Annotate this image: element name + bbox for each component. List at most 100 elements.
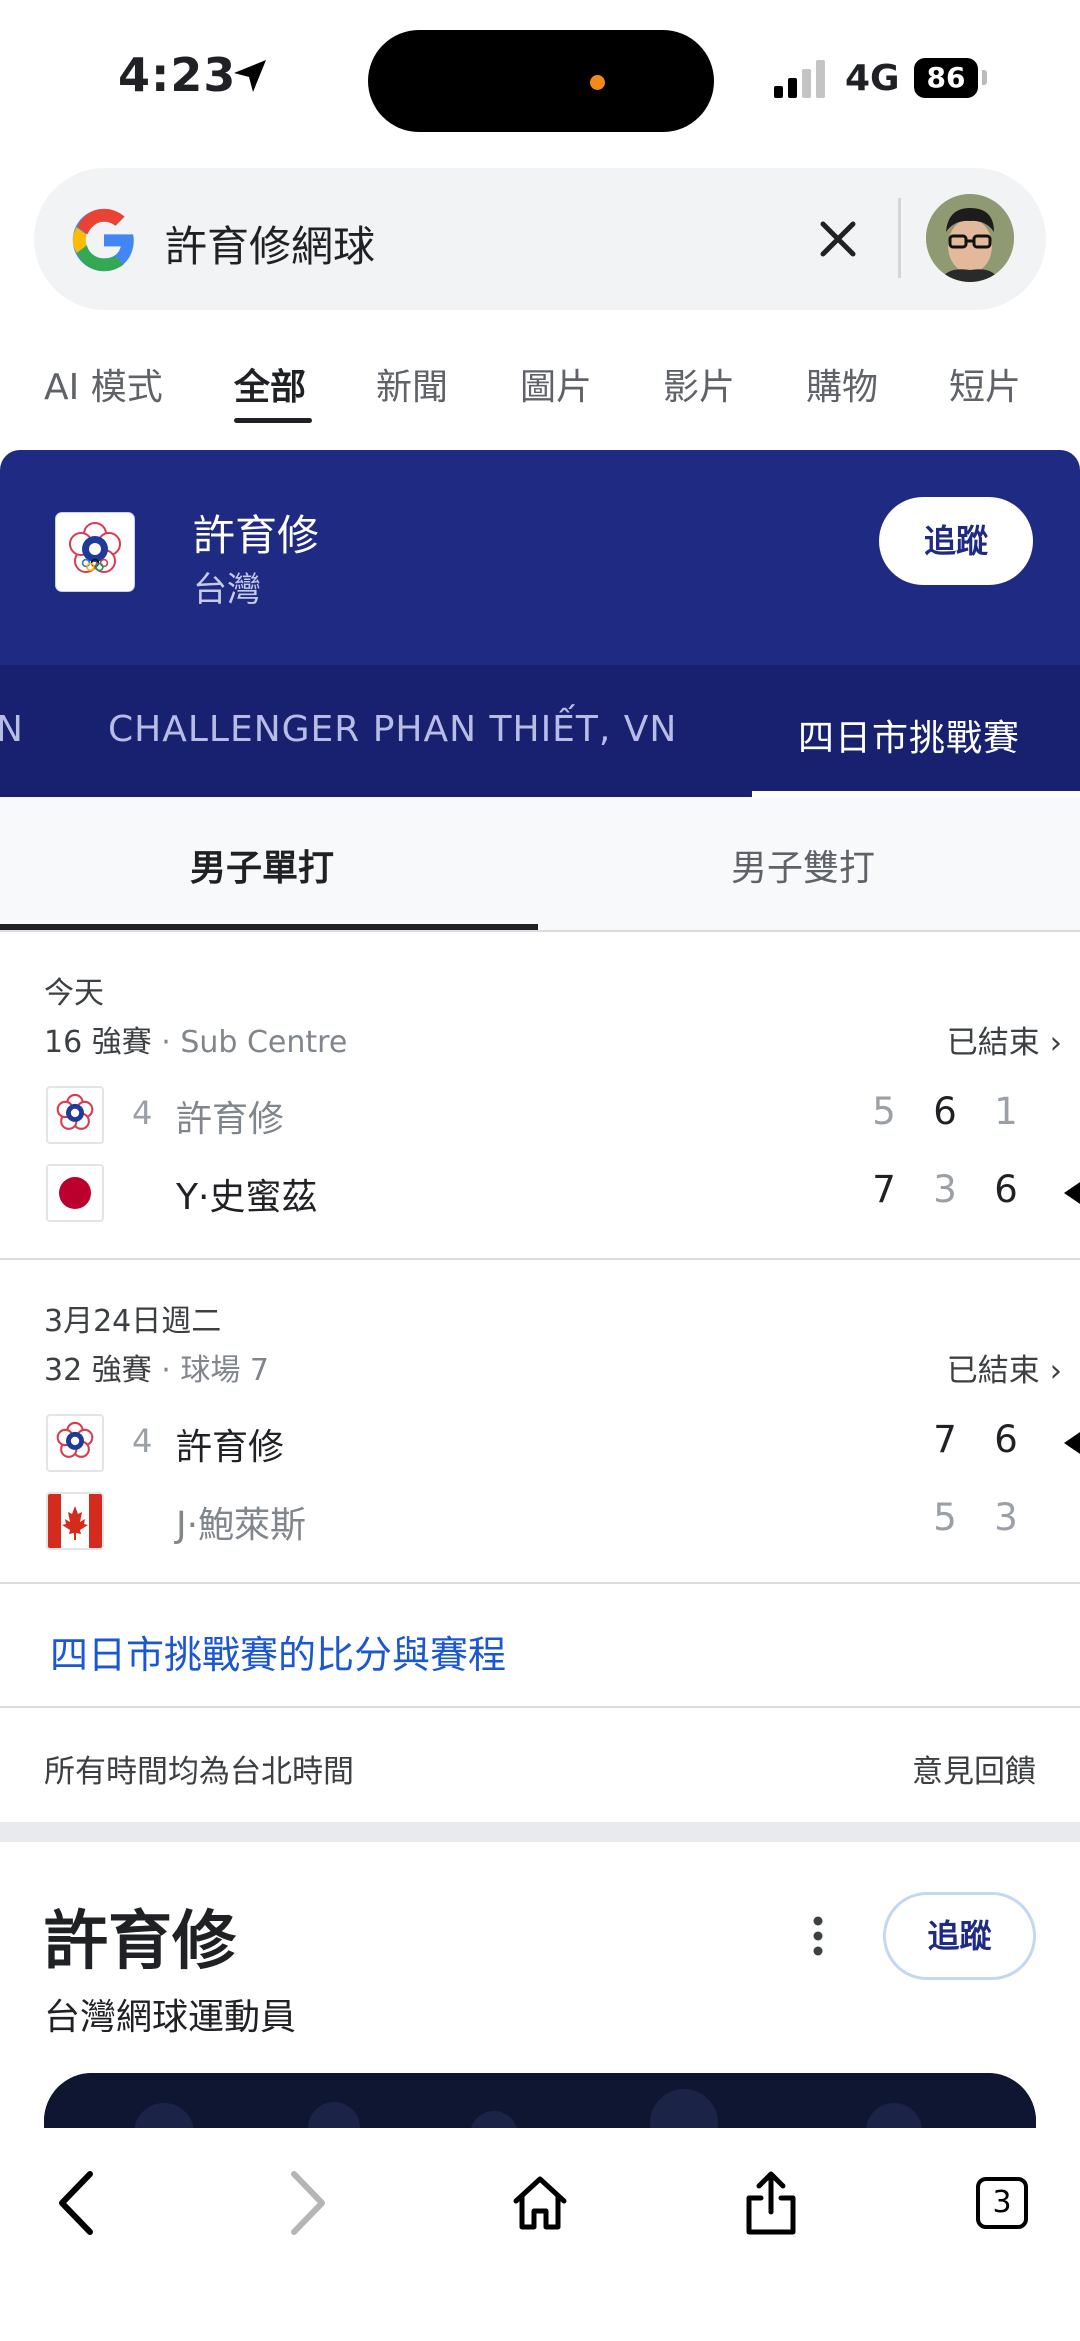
google-logo-icon: [72, 208, 134, 272]
tournament-tab-phan-thiet[interactable]: CHALLENGER PHAN THIẾT, VN: [108, 709, 677, 750]
home-icon: [513, 2176, 567, 2230]
tab-mens-doubles[interactable]: 男子雙打: [731, 839, 875, 891]
tab-shopping[interactable]: 購物: [806, 358, 878, 410]
tab-videos[interactable]: 影片: [663, 358, 735, 410]
share-icon: [746, 2171, 796, 2235]
knowledge-panel-subtitle: 台灣網球運動員: [44, 1997, 297, 2038]
set-score: 6: [994, 1168, 1018, 1211]
battery-cap: [982, 70, 987, 85]
player-name: 許育修: [193, 511, 320, 560]
match-card[interactable]: 3月24日週二 32 強賽 · 球場 7 已結束 › 4 許育修 7 6 J·鮑…: [0, 1260, 1080, 1584]
cellular-signal-icon: [774, 60, 825, 98]
player-seed: 4: [132, 1422, 153, 1460]
player-name: Y·史蜜茲: [176, 1177, 318, 1218]
team-row: J·鮑萊斯 5 3: [44, 1486, 1080, 1556]
canada-flag-icon: [46, 1492, 104, 1550]
knowledge-panel-follow-button[interactable]: 追蹤: [883, 1892, 1036, 1980]
scores-schedule-link[interactable]: 四日市挑戰賽的比分與賽程: [50, 1624, 506, 1679]
battery-icon: 86: [914, 58, 978, 98]
knowledge-panel-title: 許育修: [44, 1905, 236, 1979]
avatar-photo: [926, 194, 1014, 282]
section-divider: [0, 1822, 1080, 1842]
chinese-taipei-flag-icon: [46, 1086, 104, 1144]
forward-button[interactable]: [262, 2158, 352, 2248]
share-button[interactable]: [726, 2158, 816, 2248]
tournament-tab-yokkaichi[interactable]: 四日市挑戰賽: [798, 709, 1020, 761]
player-country: 台灣: [193, 570, 261, 610]
match-status[interactable]: 已結束 ›: [947, 1017, 1062, 1062]
more-options-icon[interactable]: [808, 1914, 828, 1958]
team-row: 4 許育修 5 6 1: [44, 1080, 1080, 1150]
tab-mens-singles[interactable]: 男子單打: [190, 839, 334, 891]
browser-toolbar: 3: [0, 2128, 1080, 2341]
tournament-tab-previous[interactable]: N: [0, 709, 24, 750]
set-score: 7: [872, 1168, 896, 1211]
account-avatar[interactable]: [926, 194, 1014, 282]
player-header-card: 許育修 台灣 追蹤: [0, 450, 1080, 665]
battery-level: 86: [926, 61, 966, 94]
court-label: · Sub Centre: [161, 1025, 348, 1060]
follow-button[interactable]: 追蹤: [879, 497, 1033, 585]
player-seed: 4: [132, 1094, 153, 1132]
clear-search-icon[interactable]: [815, 216, 861, 262]
set-score: 7: [933, 1418, 957, 1461]
set-score: 5: [933, 1496, 957, 1539]
status-label: 已結束: [946, 1025, 1040, 1061]
results-footer: 所有時間均為台北時間 意見回饋: [0, 1710, 1080, 1822]
status-label: 已結束: [946, 1353, 1040, 1389]
tab-ai-mode[interactable]: AI 模式: [44, 358, 163, 410]
match-round: 16 強賽 · Sub Centre: [44, 1017, 347, 1061]
home-button[interactable]: [495, 2158, 585, 2248]
active-tab-indicator: [234, 418, 312, 423]
tab-count: 3: [976, 2177, 1028, 2229]
match-date: 3月24日週二: [44, 1304, 222, 1339]
set-score: 1: [994, 1090, 1018, 1133]
player-name: 許育修: [176, 1099, 285, 1140]
set-score: 6: [933, 1090, 957, 1133]
tab-news[interactable]: 新聞: [376, 358, 448, 410]
active-event-indicator: [0, 924, 538, 930]
japan-flag-icon: [46, 1164, 104, 1222]
court-label: · 球場 7: [161, 1353, 269, 1388]
tab-images[interactable]: 圖片: [520, 358, 592, 410]
more-results-row: 四日市挑戰賽的比分與賽程: [0, 1584, 1080, 1708]
match-status[interactable]: 已結束 ›: [947, 1345, 1062, 1390]
match-round: 32 強賽 · 球場 7: [44, 1345, 269, 1389]
network-type: 4G: [845, 58, 900, 99]
back-button[interactable]: [32, 2158, 122, 2248]
set-score: 6: [994, 1418, 1018, 1461]
tab-shorts[interactable]: 短片: [949, 358, 1021, 410]
search-tabs: AI 模式 全部 新聞 圖片 影片 購物 短片: [0, 350, 1080, 440]
set-score: 5: [872, 1090, 896, 1133]
timezone-note: 所有時間均為台北時間: [44, 1754, 354, 1790]
team-row: 4 許育修 7 6: [44, 1408, 1080, 1478]
privacy-indicator-dot: [590, 75, 605, 90]
status-bar: 4:23 4G 86: [0, 0, 1080, 150]
tabs-button[interactable]: 3: [957, 2158, 1047, 2248]
feedback-link[interactable]: 意見回饋: [912, 1746, 1036, 1791]
tab-all[interactable]: 全部: [234, 358, 306, 410]
status-time: 4:23: [118, 48, 237, 102]
chevron-right-icon: ›: [1049, 1025, 1062, 1061]
tournament-tabs: N CHALLENGER PHAN THIẾT, VN 四日市挑戰賽: [0, 665, 1080, 797]
round-label: 16 強賽: [44, 1025, 152, 1060]
player-name: 許育修: [176, 1427, 285, 1468]
location-arrow-icon: [234, 60, 266, 92]
set-score: 3: [933, 1168, 957, 1211]
search-query-input[interactable]: 許育修網球: [165, 213, 375, 274]
chinese-taipei-flag-icon: [46, 1414, 104, 1472]
winner-indicator-icon: [1064, 1178, 1080, 1208]
match-date: 今天: [44, 976, 104, 1011]
player-name: J·鮑萊斯: [176, 1505, 307, 1546]
chevron-right-icon: ›: [1049, 1353, 1062, 1389]
search-divider: [898, 198, 901, 278]
winner-indicator-icon: [1064, 1428, 1080, 1458]
event-tabs: 男子單打 男子雙打: [0, 797, 1080, 932]
round-label: 32 強賽: [44, 1353, 152, 1388]
team-row: Y·史蜜茲 7 3 6: [44, 1158, 1080, 1228]
chinese-taipei-flag-icon: [56, 513, 134, 591]
match-card[interactable]: 今天 16 強賽 · Sub Centre 已結束 › 4 許育修 5 6 1: [0, 932, 1080, 1260]
set-score: 3: [994, 1496, 1018, 1539]
dynamic-island: [368, 30, 714, 132]
chevron-left-icon: [59, 2171, 93, 2235]
